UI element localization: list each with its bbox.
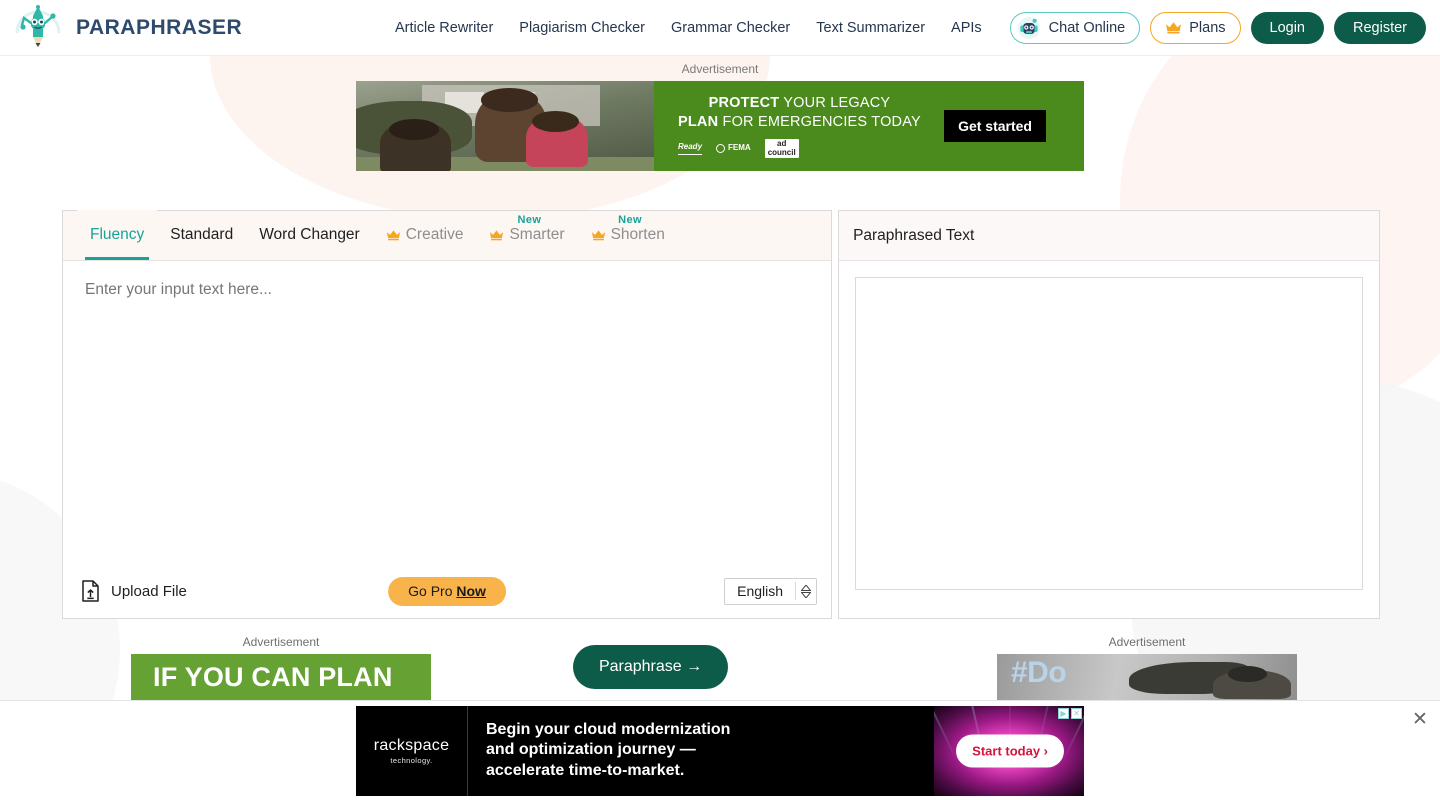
chat-online-label: Chat Online [1048, 19, 1126, 36]
tab-shorten-new-badge: New [618, 214, 642, 226]
top-ad-headline-2: PLAN FOR EMERGENCIES TODAY [678, 113, 921, 132]
robot-headset-icon [1017, 16, 1040, 39]
left-ad-text: IF YOU CAN PLAN [153, 661, 393, 692]
tab-creative-label: Creative [405, 226, 464, 243]
tab-smarter-new-badge: New [517, 214, 542, 226]
crown-icon [386, 230, 400, 241]
crown-icon [490, 230, 504, 241]
paraphrase-button[interactable]: Paraphrase → [572, 645, 729, 689]
right-ad-banner[interactable]: #Do [996, 654, 1297, 700]
rackspace-logo-main: rackspace [373, 736, 450, 754]
language-select[interactable]: English [724, 577, 818, 605]
adchoices-icon[interactable]: ▶ ✕ [1058, 707, 1082, 719]
go-pro-emphasis: Now [456, 583, 486, 599]
top-advertisement-section: Advertisement PROTECT YOUR LEGACY PLAN F… [0, 62, 1440, 171]
crown-icon [591, 230, 605, 241]
file-upload-icon [82, 580, 99, 602]
site-header: PARAPHRASER Article Rewriter Plagiarism … [0, 0, 1440, 56]
paraphraser-workspace: Fluency Standard Word Changer Creative N… [62, 210, 1380, 619]
rackspace-logo-sub: technology. [390, 755, 433, 765]
mode-tabbar: Fluency Standard Word Changer Creative N… [63, 210, 832, 261]
tab-smarter[interactable]: New Smarter [476, 210, 577, 260]
tab-smarter-label: Smarter [509, 226, 565, 243]
top-ad-label: Advertisement [681, 62, 759, 76]
rackspace-headline-1: Begin your cloud modernization [486, 720, 731, 738]
rackspace-headline-3: accelerate time-to-market. [486, 761, 685, 779]
tab-fluency-label: Fluency [90, 226, 145, 243]
tab-standard-label: Standard [170, 226, 234, 243]
ad-council-line-2: council [767, 147, 796, 157]
nav-item-text-summarizer[interactable]: Text Summarizer [816, 20, 925, 36]
output-textarea[interactable] [855, 277, 1363, 590]
tab-standard[interactable]: Standard [157, 210, 246, 260]
fema-logo: FEMA [716, 143, 751, 154]
right-ad-label: Advertisement [1108, 635, 1186, 649]
nav-item-grammar-checker[interactable]: Grammar Checker [671, 20, 790, 36]
plans-label: Plans [1189, 19, 1226, 36]
chat-online-button[interactable]: Chat Online [1009, 11, 1141, 44]
input-toolbar: Upload File Go Pro Now English [63, 564, 831, 618]
top-ad-headline-2-rest: FOR EMERGENCIES TODAY [718, 114, 921, 131]
rackspace-cta-button[interactable]: Start today › [956, 734, 1064, 767]
input-panel: Fluency Standard Word Changer Creative N… [62, 210, 833, 619]
tab-word-changer[interactable]: Word Changer [246, 210, 373, 260]
ad-council-logo: ad council [764, 139, 799, 159]
tab-creative[interactable]: Creative [373, 210, 477, 260]
login-button[interactable]: Login [1250, 11, 1324, 44]
tab-word-changer-label: Word Changer [259, 226, 360, 243]
left-ad-banner[interactable]: IF YOU CAN PLAN [131, 654, 431, 700]
nav-item-apis[interactable]: APIs [951, 20, 982, 36]
left-ad-label: Advertisement [242, 635, 320, 649]
brand-logo[interactable]: PARAPHRASER [12, 3, 242, 53]
ready-logo: Ready [678, 142, 703, 155]
rackspace-headline-2: and optimization journey — [486, 741, 696, 759]
upload-file-button[interactable]: Upload File [81, 580, 187, 602]
right-ad-text: #Do [1010, 656, 1067, 689]
burst-ray [934, 705, 959, 763]
output-area [839, 261, 1379, 606]
top-ad-headline-1: PROTECT YOUR LEGACY [678, 94, 921, 113]
top-ad-content: PROTECT YOUR LEGACY PLAN FOR EMERGENCIES… [654, 81, 1084, 171]
language-select-value: English [737, 583, 784, 599]
top-ad-headline-2-bold: PLAN [678, 114, 719, 131]
crown-icon [1166, 22, 1182, 34]
brand-name: PARAPHRASER [76, 15, 243, 39]
fema-seal-icon [716, 144, 726, 154]
tab-shorten[interactable]: New Shorten [578, 210, 678, 260]
input-placeholder: Enter your input text here... [85, 281, 272, 298]
sticky-bottom-ad: rackspace technology. Begin your cloud m… [0, 700, 1440, 800]
chevron-up-down-icon [796, 584, 816, 598]
nav-item-article-rewriter[interactable]: Article Rewriter [395, 20, 493, 36]
top-ad-logos: Ready FEMA ad council [678, 139, 921, 159]
left-advertisement: Advertisement IF YOU CAN PLAN [116, 635, 446, 700]
paraphrase-action: Paraphrase → [572, 645, 729, 689]
pencil-mascot-icon [15, 4, 61, 47]
right-ad-figure-head [1227, 665, 1267, 682]
close-icon[interactable]: ✕ [1408, 707, 1432, 731]
bottom-section: Advertisement IF YOU CAN PLAN Paraphrase… [0, 635, 1440, 700]
header-actions: Chat Online Plans Login Register [1009, 11, 1426, 44]
register-button[interactable]: Register [1334, 11, 1426, 44]
upload-file-label: Upload File [111, 582, 187, 600]
main-navigation: Article Rewriter Plagiarism Checker Gram… [395, 20, 982, 36]
rackspace-ad-copy: Begin your cloud modernization and optim… [468, 706, 934, 796]
output-panel-title: Paraphrased Text [839, 211, 1379, 261]
go-pro-button[interactable]: Go Pro Now [388, 576, 506, 606]
rackspace-ad-banner[interactable]: rackspace technology. Begin your cloud m… [356, 705, 1084, 796]
top-ad-headline-1-rest: YOUR LEGACY [779, 94, 891, 111]
plans-button[interactable]: Plans [1150, 11, 1241, 44]
top-ad-cta-button[interactable]: Get started [944, 110, 1046, 142]
tab-fluency[interactable]: Fluency [77, 210, 158, 260]
top-ad-headline-1-bold: PROTECT [708, 94, 780, 111]
output-panel: Paraphrased Text [838, 210, 1380, 619]
fema-logo-label: FEMA [728, 143, 751, 153]
top-ad-image [356, 81, 654, 171]
tab-shorten-label: Shorten [610, 226, 665, 243]
right-advertisement: Advertisement #Do [982, 635, 1312, 700]
top-ad-banner[interactable]: PROTECT YOUR LEGACY PLAN FOR EMERGENCIES… [356, 81, 1084, 171]
go-pro-prefix: Go Pro [408, 583, 457, 599]
input-textarea[interactable]: Enter your input text here... [63, 261, 831, 564]
nav-item-plagiarism-checker[interactable]: Plagiarism Checker [519, 20, 645, 36]
rackspace-logo: rackspace technology. [356, 705, 468, 796]
